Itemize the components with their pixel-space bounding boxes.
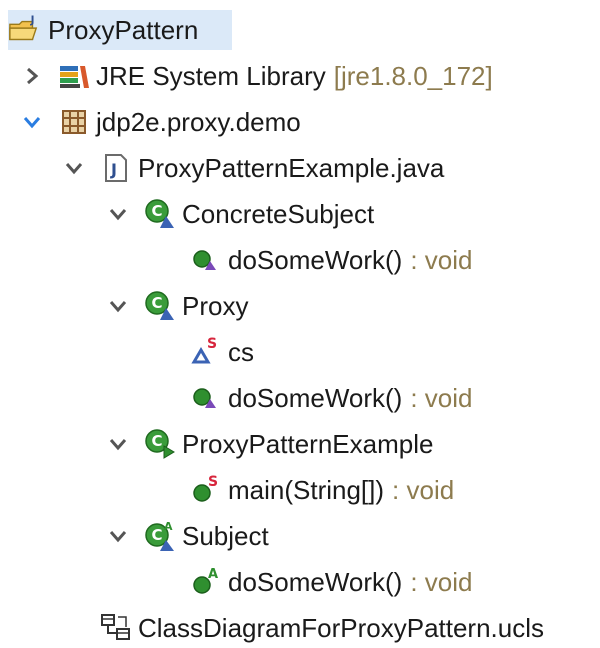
project-label: ProxyPattern: [48, 15, 199, 45]
svg-text:C: C: [152, 526, 163, 544]
java-project-icon: J: [8, 14, 40, 46]
class-label: Proxy: [182, 291, 249, 321]
svg-text:S: S: [207, 336, 217, 352]
class-diagram-icon: [100, 612, 132, 644]
package-label: jdp2e.proxy.demo: [96, 107, 301, 137]
svg-text:S: S: [208, 474, 218, 490]
class-icon: C: [144, 198, 176, 230]
chevron-down-icon[interactable]: [106, 524, 130, 548]
abstract-public-method-icon: A: [190, 566, 222, 598]
main-class-icon: C: [144, 428, 176, 460]
svg-text:C: C: [152, 432, 163, 450]
svg-text:C: C: [152, 202, 163, 220]
field-name: cs: [228, 337, 254, 367]
tree-item-method-concrete-subject-do-some-work[interactable]: doSomeWork() : void: [190, 240, 473, 280]
method-return-type: : void: [410, 383, 473, 413]
chevron-down-icon[interactable]: [62, 156, 86, 180]
tree-item-class-proxy[interactable]: C Proxy: [106, 286, 248, 326]
chevron-down-icon[interactable]: [106, 432, 130, 456]
tree-item-jre-system-library[interactable]: JRE System Library [jre1.8.0_172]: [20, 56, 493, 96]
chevron-right-icon[interactable]: [20, 64, 44, 88]
method-name: doSomeWork(): [228, 567, 403, 597]
tree-item-class-diagram-file[interactable]: ClassDiagramForProxyPattern.ucls: [100, 608, 544, 648]
tree-item-field-proxy-cs[interactable]: S cs: [190, 332, 254, 372]
tree-item-package[interactable]: jdp2e.proxy.demo: [20, 102, 301, 142]
svg-text:A: A: [164, 520, 173, 533]
svg-text:A: A: [208, 567, 218, 582]
jre-version-detail: [jre1.8.0_172]: [333, 61, 493, 91]
java-file-icon: J: [100, 152, 132, 184]
tree-item-method-subject-do-some-work[interactable]: A doSomeWork() : void: [190, 562, 473, 602]
method-name: doSomeWork(): [228, 245, 403, 275]
tree-item-method-main[interactable]: S main(String[]) : void: [190, 470, 454, 510]
class-label: ProxyPatternExample: [182, 429, 434, 459]
tree-item-method-proxy-do-some-work[interactable]: doSomeWork() : void: [190, 378, 473, 418]
chevron-down-icon[interactable]: [106, 294, 130, 318]
tree-item-project[interactable]: J ProxyPattern: [8, 10, 232, 50]
java-file-label: ProxyPatternExample.java: [138, 153, 445, 183]
jre-label: JRE System Library: [96, 61, 326, 91]
method-name: main(String[]): [228, 475, 385, 505]
class-icon: C: [144, 290, 176, 322]
library-icon: [58, 60, 90, 92]
svg-text:J: J: [110, 160, 117, 179]
package-icon: [58, 106, 90, 138]
diagram-file-label: ClassDiagramForProxyPattern.ucls: [138, 613, 545, 643]
tree-item-class-subject[interactable]: C A Subject: [106, 516, 269, 556]
method-return-type: : void: [392, 475, 455, 505]
svg-text:J: J: [30, 14, 35, 26]
tree-item-java-file[interactable]: J ProxyPatternExample.java: [62, 148, 444, 188]
chevron-down-icon[interactable]: [106, 202, 130, 226]
static-public-method-icon: S: [190, 474, 222, 506]
method-return-type: : void: [410, 245, 473, 275]
static-field-icon: S: [190, 336, 222, 368]
abstract-class-icon: C A: [144, 520, 176, 552]
default-method-icon: [190, 382, 222, 414]
svg-text:C: C: [152, 294, 163, 312]
chevron-down-icon[interactable]: [20, 110, 44, 134]
package-explorer-tree: J ProxyPattern JRE System Library [jre1.…: [0, 0, 600, 645]
method-return-type: : void: [410, 567, 473, 597]
tree-item-class-proxy-pattern-example[interactable]: C ProxyPatternExample: [106, 424, 433, 464]
method-name: doSomeWork(): [228, 383, 403, 413]
default-method-icon: [190, 244, 222, 276]
class-label: Subject: [182, 521, 269, 551]
class-label: ConcreteSubject: [182, 199, 375, 229]
tree-item-class-concrete-subject[interactable]: C ConcreteSubject: [106, 194, 374, 234]
